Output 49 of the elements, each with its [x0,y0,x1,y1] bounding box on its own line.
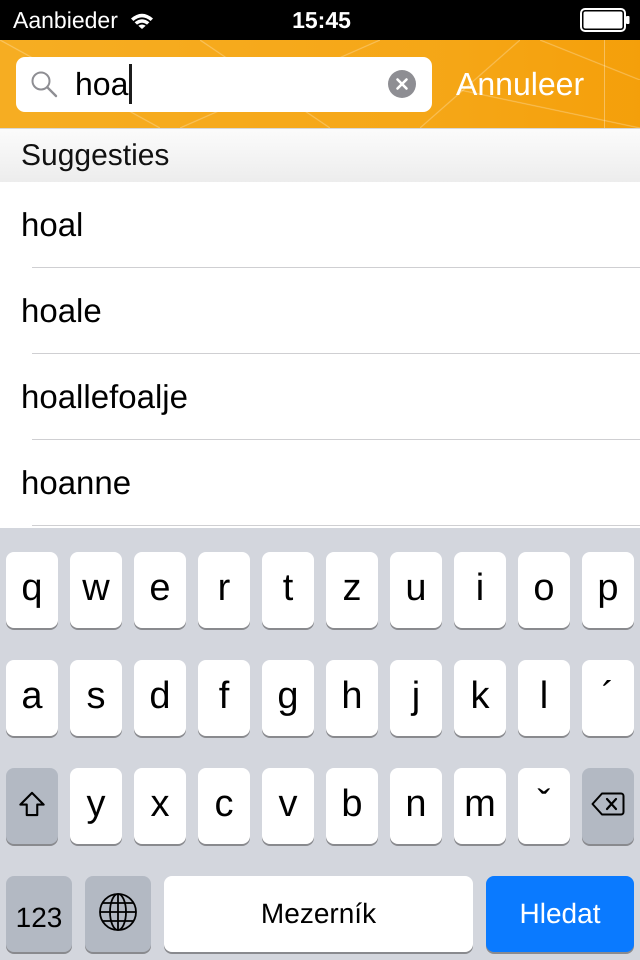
search-field[interactable]: hoa [16,56,432,112]
letter-key[interactable]: h [326,660,378,736]
globe-key[interactable] [85,876,151,952]
letter-key[interactable]: c [198,768,250,844]
search-icon [30,70,58,98]
letter-key[interactable]: w [70,552,122,628]
shift-key[interactable] [6,768,58,844]
letter-key[interactable]: u [390,552,442,628]
battery-icon [580,8,630,32]
search-key[interactable]: Hledat [486,876,634,952]
delete-key[interactable] [582,768,634,844]
letter-key[interactable]: t [262,552,314,628]
letter-key[interactable]: l [518,660,570,736]
letter-key[interactable]: d [134,660,186,736]
letter-key[interactable]: ˇ [518,768,570,844]
wifi-icon [130,12,154,28]
backspace-icon [591,792,625,816]
suggestion-item[interactable]: hoanne [0,440,640,525]
suggestion-item[interactable]: hoal [0,182,640,267]
letter-key[interactable]: i [454,552,506,628]
letter-key[interactable]: q [6,552,58,628]
letter-key[interactable]: p [582,552,634,628]
numbers-key[interactable]: 123 [6,876,72,952]
letter-key[interactable]: f [198,660,250,736]
globe-icon [98,892,138,932]
shift-icon [18,791,46,817]
letter-key[interactable]: y [70,768,122,844]
carrier-name: Aanbieder [13,6,118,34]
letter-key[interactable]: z [326,552,378,628]
suggestion-item[interactable]: hoale [0,268,640,353]
letter-key[interactable]: a [6,660,58,736]
letter-key[interactable]: k [454,660,506,736]
letter-key[interactable]: g [262,660,314,736]
letter-key[interactable]: e [134,552,186,628]
letter-key[interactable]: r [198,552,250,628]
letter-key[interactable]: x [134,768,186,844]
letter-key[interactable]: v [262,768,314,844]
letter-key[interactable]: b [326,768,378,844]
clock-time: 15:45 [292,6,351,34]
letter-key[interactable]: j [390,660,442,736]
letter-key[interactable]: m [454,768,506,844]
section-header: Suggesties [0,128,640,182]
suggestion-item[interactable]: hoallefoalje [0,354,640,439]
letter-key[interactable]: ´ [582,660,634,736]
letter-key[interactable]: o [518,552,570,628]
space-bar[interactable]: Mezerník [164,876,473,952]
letter-key[interactable]: n [390,768,442,844]
clear-icon[interactable] [388,70,416,98]
letter-key[interactable]: s [70,660,122,736]
